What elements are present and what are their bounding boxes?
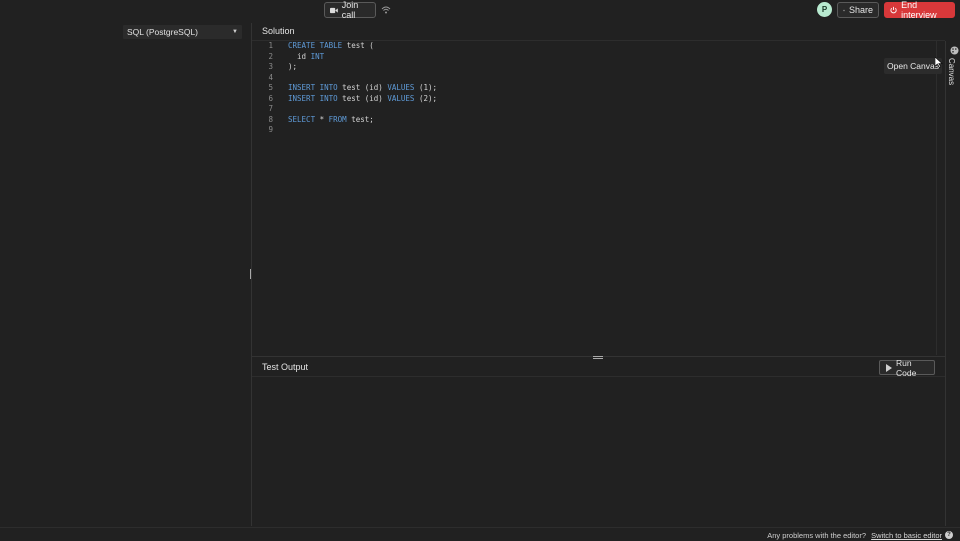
video-camera-icon (330, 7, 338, 13)
caret-down-icon: ▼ (232, 29, 238, 35)
top-bar: Join call P Share End interview (0, 0, 960, 22)
line-number: 6 (268, 93, 273, 103)
link-icon (843, 9, 845, 11)
code-line: 2 id INT (252, 52, 936, 63)
end-interview-label: End interview (901, 0, 937, 20)
code-line: 8 SELECT * FROM test; (252, 115, 936, 126)
share-label: Share (848, 5, 873, 15)
line-number: 3 (268, 62, 273, 71)
play-icon (886, 363, 892, 372)
code-text: INSERT INTO test (id) VALUES (2); (288, 93, 438, 103)
run-code-button[interactable]: Run Code (879, 357, 935, 378)
line-number: 5 (268, 83, 273, 92)
wifi-signal-icon[interactable] (381, 5, 391, 15)
code-line: 9 (252, 125, 936, 136)
code-text: SELECT * FROM test; (288, 114, 374, 124)
test-output-header: Test Output (252, 358, 945, 377)
canvas-sidebar[interactable] (945, 41, 960, 526)
run-code-label: Run Code (896, 357, 917, 378)
power-icon (890, 6, 897, 14)
code-line: 7 (252, 104, 936, 115)
footer: Any problems with the editor? Switch to … (0, 527, 960, 541)
join-call-label: Join call (341, 0, 359, 20)
question-icon[interactable]: ? (945, 531, 953, 539)
line-number: 8 (268, 114, 273, 124)
avatar[interactable]: P (817, 2, 832, 17)
switch-basic-editor-link[interactable]: Switch to basic editor (871, 531, 942, 540)
palette-icon[interactable] (950, 46, 959, 55)
canvas-label: Canvas (947, 58, 956, 86)
line-number: 2 (268, 51, 273, 61)
code-text: CREATE TABLE test ( (288, 41, 374, 50)
code-line: 4 (252, 73, 936, 84)
line-number: 4 (268, 72, 273, 82)
code-line: 1 CREATE TABLE test ( (252, 41, 936, 52)
code-line: 6 INSERT INTO test (id) VALUES (2); (252, 94, 936, 105)
line-number: 7 (268, 104, 273, 113)
language-select-value: SQL (PostgreSQL) (127, 27, 199, 37)
footer-prompt: Any problems with the editor? (767, 531, 867, 540)
language-select[interactable]: SQL (PostgreSQL) ▼ (123, 25, 242, 39)
line-number: 9 (268, 125, 273, 134)
canvas-tab[interactable]: Canvas (947, 58, 960, 98)
end-interview-button[interactable]: End interview (884, 0, 955, 20)
join-call-button[interactable]: Join call (324, 0, 376, 20)
code-text: ); (288, 62, 298, 71)
code-text: id INT (288, 51, 325, 61)
mouse-cursor-icon (935, 57, 943, 68)
solution-title: Solution (262, 26, 295, 36)
code-text: INSERT INTO test (id) VALUES (1); (288, 83, 438, 92)
open-canvas-tooltip: Open Canvas (884, 58, 942, 74)
code-line: 5 INSERT INTO test (id) VALUES (1); (252, 83, 936, 94)
share-button[interactable]: Share (837, 2, 879, 18)
solution-header: Solution (252, 23, 945, 41)
code-line: 3 ); (252, 62, 936, 73)
footer-text: Any problems with the editor? Switch to … (767, 531, 942, 540)
left-panel: SQL (PostgreSQL) ▼ (0, 23, 251, 526)
test-output-title: Test Output (262, 362, 309, 372)
line-number: 1 (268, 41, 273, 50)
code-editor[interactable]: 1 CREATE TABLE test ( 2 id INT 3 ); 4 5 … (252, 41, 936, 355)
